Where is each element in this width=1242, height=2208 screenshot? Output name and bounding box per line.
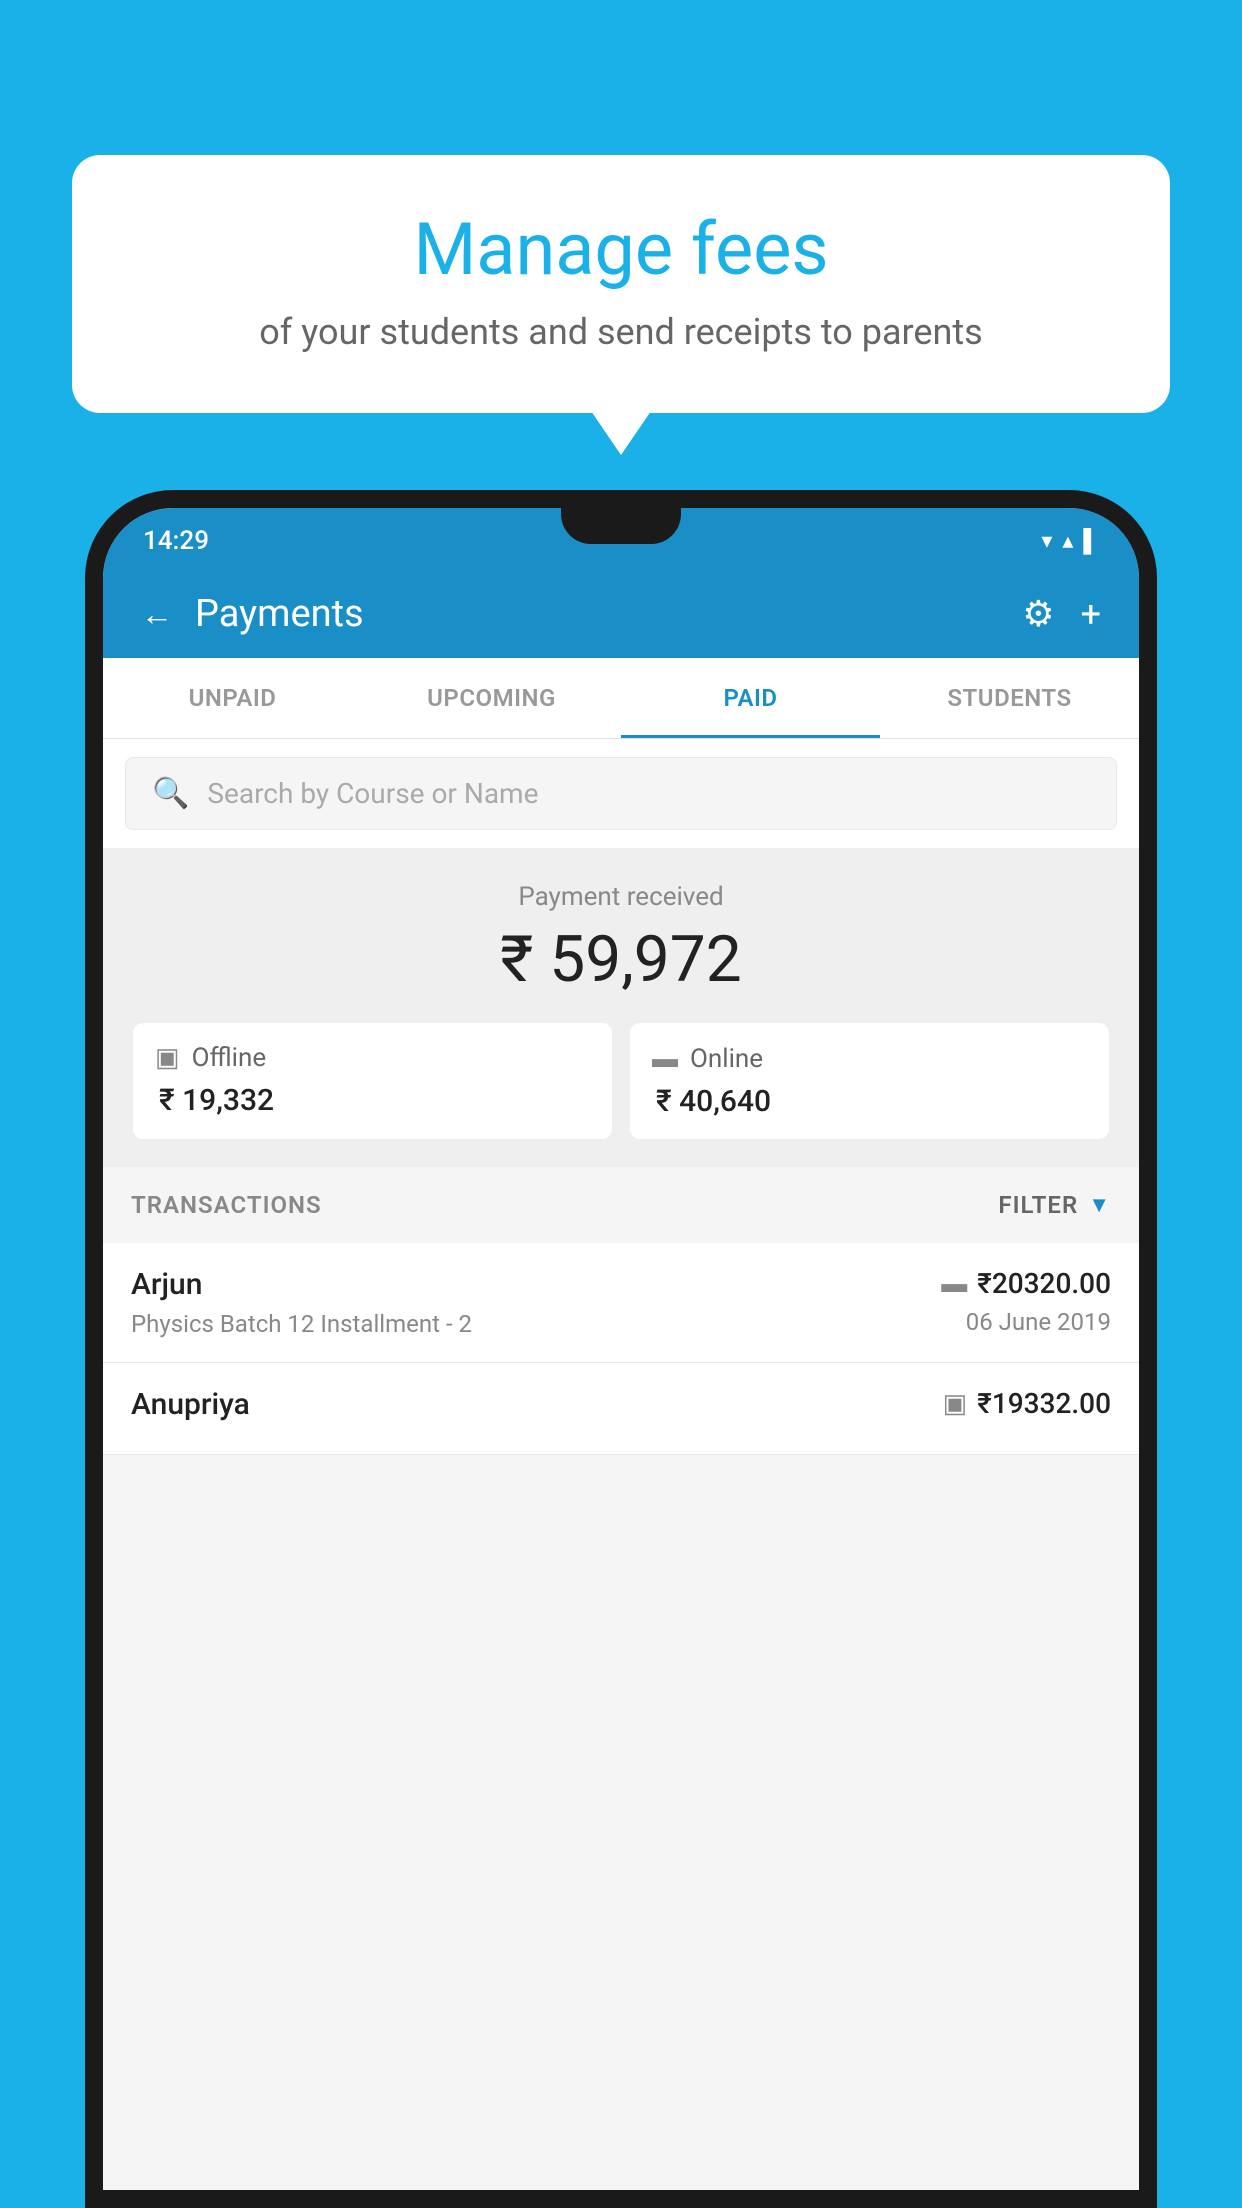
- payment-cards-row: ▣ Offline ₹ 19,332 ▬ Online ₹ 40,640: [133, 1023, 1109, 1139]
- status-bar: 14:29 ▾ ▴ ▌: [103, 508, 1139, 570]
- back-button[interactable]: ←: [141, 595, 173, 633]
- transaction-right: ▬ ₹20320.00 06 June 2019: [941, 1267, 1111, 1336]
- online-card: ▬ Online ₹ 40,640: [630, 1023, 1109, 1139]
- transactions-header: TRANSACTIONS FILTER ▼: [103, 1167, 1139, 1243]
- transaction-online-icon: ▬: [941, 1268, 967, 1299]
- transaction-name: Anupriya: [131, 1387, 250, 1422]
- transaction-right: ▣ ₹19332.00: [943, 1387, 1111, 1428]
- filter-button[interactable]: FILTER ▼: [998, 1191, 1111, 1219]
- bubble-title: Manage fees: [132, 210, 1110, 289]
- tab-unpaid[interactable]: UNPAID: [103, 658, 362, 738]
- offline-amount: ₹ 19,332: [155, 1083, 590, 1118]
- phone-wrapper: 14:29 ▾ ▴ ▌ ← Payments ⚙ +: [85, 490, 1157, 2208]
- tabs-bar: UNPAID UPCOMING PAID STUDENTS: [103, 658, 1139, 739]
- transaction-amount: ₹20320.00: [977, 1267, 1111, 1300]
- settings-button[interactable]: ⚙: [1022, 593, 1054, 635]
- app-bar: ← Payments ⚙ +: [103, 570, 1139, 658]
- payment-received-section: Payment received ₹ 59,972 ▣ Offline ₹ 19…: [103, 848, 1139, 1167]
- payment-received-amount: ₹ 59,972: [133, 922, 1109, 997]
- transaction-amount-row: ▬ ₹20320.00: [941, 1267, 1111, 1300]
- battery-icon: ▌: [1083, 528, 1099, 554]
- transaction-left: Anupriya: [131, 1387, 250, 1430]
- online-card-header: ▬ Online: [652, 1043, 1087, 1074]
- transaction-name: Arjun: [131, 1267, 472, 1302]
- filter-label: FILTER: [998, 1191, 1078, 1219]
- transaction-date: 06 June 2019: [941, 1308, 1111, 1336]
- offline-icon: ▣: [155, 1043, 180, 1073]
- transaction-row[interactable]: Arjun Physics Batch 12 Installment - 2 ▬…: [103, 1243, 1139, 1363]
- status-icons: ▾ ▴ ▌: [1041, 528, 1099, 554]
- search-box[interactable]: 🔍 Search by Course or Name: [125, 757, 1117, 830]
- payment-received-label: Payment received: [133, 882, 1109, 912]
- transactions-label: TRANSACTIONS: [131, 1191, 322, 1219]
- filter-icon: ▼: [1088, 1192, 1111, 1218]
- signal-icon: ▴: [1062, 529, 1073, 554]
- tab-upcoming[interactable]: UPCOMING: [362, 658, 621, 738]
- transaction-row[interactable]: Anupriya ▣ ₹19332.00: [103, 1363, 1139, 1455]
- phone-frame: 14:29 ▾ ▴ ▌ ← Payments ⚙ +: [85, 490, 1157, 2208]
- speech-bubble-container: Manage fees of your students and send re…: [72, 155, 1170, 413]
- notch: [561, 508, 681, 544]
- tab-students[interactable]: STUDENTS: [880, 658, 1139, 738]
- offline-card-header: ▣ Offline: [155, 1043, 590, 1073]
- transaction-offline-icon: ▣: [943, 1389, 968, 1419]
- transaction-detail: Physics Batch 12 Installment - 2: [131, 1310, 472, 1338]
- transaction-amount: ₹19332.00: [977, 1387, 1111, 1420]
- phone-screen: 14:29 ▾ ▴ ▌ ← Payments ⚙ +: [103, 508, 1139, 2190]
- app-bar-left: ← Payments: [141, 592, 364, 636]
- online-amount: ₹ 40,640: [652, 1084, 1087, 1119]
- online-icon: ▬: [652, 1043, 678, 1074]
- status-time: 14:29: [143, 526, 209, 556]
- wifi-icon: ▾: [1041, 529, 1052, 554]
- online-label: Online: [690, 1044, 763, 1074]
- offline-label: Offline: [192, 1043, 267, 1073]
- transaction-amount-row: ▣ ₹19332.00: [943, 1387, 1111, 1420]
- offline-card: ▣ Offline ₹ 19,332: [133, 1023, 612, 1139]
- search-input[interactable]: Search by Course or Name: [207, 777, 538, 810]
- transaction-left: Arjun Physics Batch 12 Installment - 2: [131, 1267, 472, 1338]
- speech-bubble: Manage fees of your students and send re…: [72, 155, 1170, 413]
- bubble-subtitle: of your students and send receipts to pa…: [132, 311, 1110, 353]
- app-bar-title: Payments: [195, 592, 364, 636]
- search-icon: 🔍: [152, 776, 189, 811]
- search-container: 🔍 Search by Course or Name: [103, 739, 1139, 848]
- tab-paid[interactable]: PAID: [621, 658, 880, 738]
- app-bar-right: ⚙ +: [1022, 593, 1101, 635]
- add-button[interactable]: +: [1081, 593, 1101, 635]
